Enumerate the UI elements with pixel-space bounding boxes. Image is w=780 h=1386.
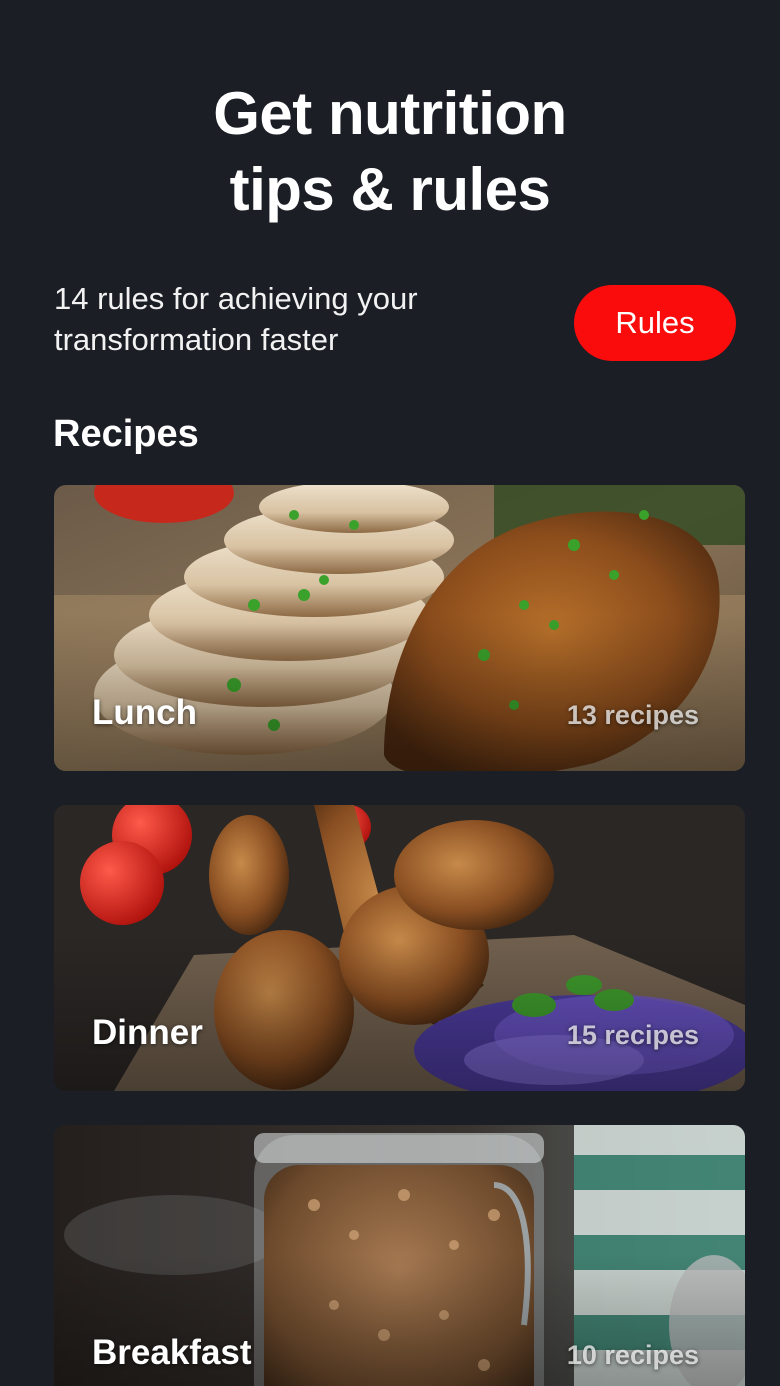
recipe-card-title: Lunch	[92, 693, 197, 732]
page-title-line-1: Get nutrition	[213, 80, 567, 147]
recipe-card-title: Dinner	[92, 1013, 203, 1052]
recipe-card-title: Breakfast	[92, 1333, 252, 1372]
nutrition-screen: Get nutrition tips & rules 14 rules for …	[0, 0, 780, 1386]
page-title-line-2: tips & rules	[229, 156, 551, 223]
recipes-section-title: Recipes	[53, 413, 199, 455]
rules-section: 14 rules for achieving your transformati…	[54, 278, 736, 368]
rules-description-line-2: transformation faster	[54, 322, 339, 357]
rules-button[interactable]: Rules	[574, 285, 736, 361]
recipe-card-lunch[interactable]: Lunch 13 recipes	[54, 485, 745, 771]
rules-description-line-1: 14 rules for achieving your	[54, 281, 418, 316]
recipe-card-breakfast[interactable]: Breakfast 10 recipes	[54, 1125, 745, 1386]
recipe-card-dinner[interactable]: Dinner 15 recipes	[54, 805, 745, 1091]
recipe-card-count: 10 recipes	[566, 1340, 699, 1370]
recipe-card-count: 13 recipes	[566, 700, 699, 730]
rules-description: 14 rules for achieving your transformati…	[54, 278, 484, 360]
page-title: Get nutrition tips & rules	[0, 76, 780, 228]
recipe-card-count: 15 recipes	[566, 1020, 699, 1050]
